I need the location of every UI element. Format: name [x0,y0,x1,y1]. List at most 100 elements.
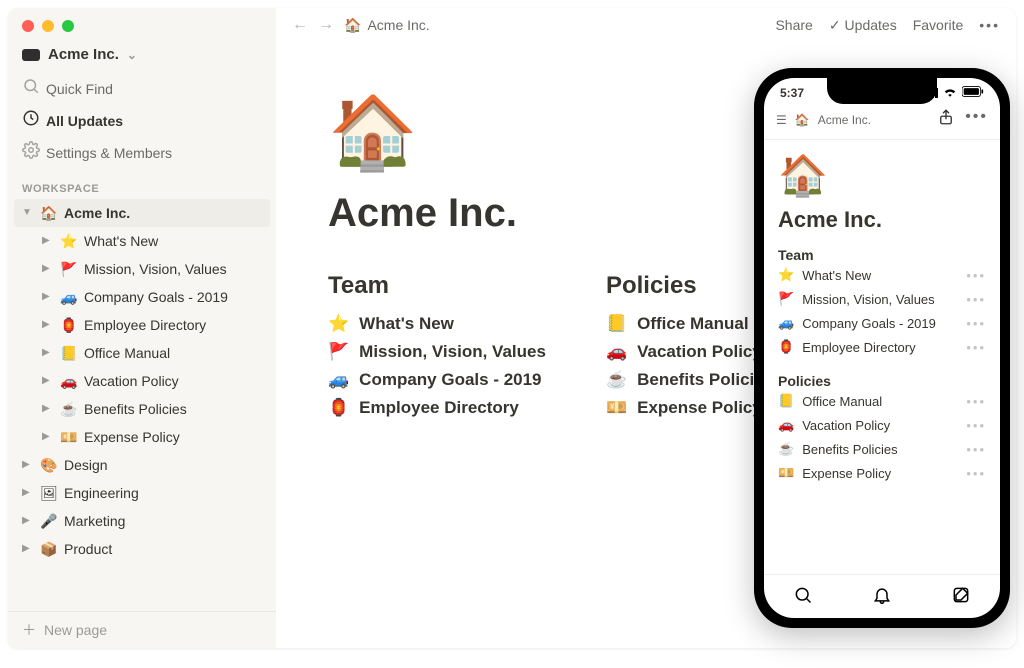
all-updates-label: All Updates [46,110,123,132]
tree-child[interactable]: ▶💴Expense Policy [14,423,270,451]
page-emoji-icon: 🎤 [40,509,58,533]
tree-sibling[interactable]: ▶🖼Engineering [14,479,270,507]
tree-child-label: Office Manual [84,341,170,365]
row-more-icon[interactable]: ••• [966,268,986,283]
maximize-window-icon[interactable] [62,20,74,32]
toggle-closed-icon[interactable]: ▶ [22,537,34,561]
share-button[interactable]: Share [775,17,812,33]
window-traffic-lights [8,8,276,40]
page-link[interactable]: 🚩Mission, Vision, Values [328,338,546,366]
new-page-button[interactable]: ＋ New page [8,611,276,648]
toggle-open-icon[interactable]: ▼ [22,201,34,225]
row-more-icon[interactable]: ••• [966,418,986,433]
mobile-screen: 5:37 ☰ 🏠 Acme Inc. ••• [764,78,1000,618]
mobile-notifications-icon[interactable] [872,585,892,610]
more-button[interactable]: ••• [979,17,1000,33]
tree-sibling[interactable]: ▶🎤Marketing [14,507,270,535]
phone-notch [827,78,937,104]
all-updates[interactable]: All Updates [8,105,276,137]
workspace-switcher[interactable]: Acme Inc. ⌄ [8,40,276,73]
mobile-toolbar [764,574,1000,618]
mobile-page-link[interactable]: ☕️ Benefits Policies ••• [778,437,986,461]
tree-sibling[interactable]: ▶📦Product [14,535,270,563]
breadcrumb[interactable]: 🏠 Acme Inc. [344,17,430,34]
toggle-closed-icon[interactable]: ▶ [22,481,34,505]
page-link[interactable]: ☕️Benefits Policies [606,366,773,394]
row-more-icon[interactable]: ••• [966,340,986,355]
mobile-search-icon[interactable] [793,585,813,610]
mobile-page-link[interactable]: 🏮Employee Directory••• [778,335,986,359]
row-more-icon[interactable]: ••• [966,442,986,457]
page-link[interactable]: ⭐️What's New [328,310,546,338]
link-label: Expense Policy [802,466,891,481]
toggle-closed-icon[interactable]: ▶ [42,229,54,253]
tree-root-acme[interactable]: ▼ 🏠 Acme Inc. [14,199,270,227]
tree-child[interactable]: ▶🚩Mission, Vision, Values [14,255,270,283]
link-emoji-icon: 💴 [778,465,794,481]
tree-child[interactable]: ▶🚙Company Goals - 2019 [14,283,270,311]
forward-button[interactable]: → [318,16,334,34]
mobile-page-link[interactable]: 💴 Expense Policy ••• [778,461,986,485]
back-button[interactable]: ← [292,16,308,34]
settings-members-label: Settings & Members [46,142,172,164]
link-emoji-icon: 📒 [606,314,627,334]
page-link[interactable]: 💴Expense Policy [606,394,773,422]
page-link[interactable]: 🚙Company Goals - 2019 [328,366,546,394]
mobile-page-title[interactable]: Acme Inc. [778,207,986,233]
updates-button[interactable]: ✓Updates [829,17,897,34]
toggle-closed-icon[interactable]: ▶ [42,369,54,393]
tree-sibling-label: Design [64,453,108,477]
page-link[interactable]: 🏮Employee Directory [328,394,546,422]
page-link[interactable]: 📒Office Manual [606,310,773,338]
gear-icon [22,141,38,165]
toggle-closed-icon[interactable]: ▶ [42,425,54,449]
toggle-closed-icon[interactable]: ▶ [42,341,54,365]
link-label: Vacation Policy [637,342,762,362]
toggle-closed-icon[interactable]: ▶ [42,257,54,281]
mobile-page-link[interactable]: 🚗Vacation Policy••• [778,413,986,437]
mobile-page-link[interactable]: ⭐️What's New••• [778,263,986,287]
page-emoji-icon: 🎨 [40,453,58,477]
link-emoji-icon: ☕️ [778,441,794,457]
mobile-topbar: ☰ 🏠 Acme Inc. ••• [764,102,1000,140]
tree-sibling-label: Engineering [64,481,139,505]
close-window-icon[interactable] [22,20,34,32]
row-more-icon[interactable]: ••• [966,292,986,307]
mobile-breadcrumb[interactable]: Acme Inc. [818,113,871,127]
tree-child[interactable]: ▶☕️Benefits Policies [14,395,270,423]
tree-child[interactable]: ▶⭐️What's New [14,227,270,255]
favorite-button[interactable]: Favorite [913,17,964,33]
tree-sibling-label: Product [64,537,112,561]
breadcrumb-label: Acme Inc. [367,17,429,33]
settings-members[interactable]: Settings & Members [8,137,276,169]
mobile-more-icon[interactable]: ••• [965,108,988,131]
topbar: ← → 🏠 Acme Inc. Share ✓Updates Favorite … [276,8,1016,42]
tree-child-label: Benefits Policies [84,397,187,421]
toggle-closed-icon[interactable]: ▶ [22,509,34,533]
quick-find[interactable]: Quick Find [8,73,276,105]
toggle-closed-icon[interactable]: ▶ [42,285,54,309]
tree-child[interactable]: ▶📒Office Manual [14,339,270,367]
page-link[interactable]: 🚗Vacation Policy [606,338,773,366]
toggle-closed-icon[interactable]: ▶ [42,313,54,337]
mobile-page-link[interactable]: 🚙Company Goals - 2019••• [778,311,986,335]
tree-sibling[interactable]: ▶🎨Design [14,451,270,479]
row-more-icon[interactable]: ••• [966,316,986,331]
house-icon: 🏠 [40,201,58,225]
row-more-icon[interactable]: ••• [966,466,986,481]
minimize-window-icon[interactable] [42,20,54,32]
share-icon[interactable] [937,108,955,131]
link-emoji-icon: 🏮 [778,339,794,355]
toggle-closed-icon[interactable]: ▶ [22,453,34,477]
mobile-page-emoji[interactable]: 🏠 [778,152,986,199]
tree-child[interactable]: ▶🚗Vacation Policy [14,367,270,395]
plus-icon: ＋ [22,620,36,640]
mobile-compose-icon[interactable] [951,585,971,610]
row-more-icon[interactable]: ••• [966,394,986,409]
hamburger-icon[interactable]: ☰ [776,113,787,127]
link-label: Benefits Policies [802,442,897,457]
tree-child[interactable]: ▶🏮Employee Directory [14,311,270,339]
mobile-page-link[interactable]: 🚩Mission, Vision, Values••• [778,287,986,311]
mobile-page-link[interactable]: 📒Office Manual••• [778,389,986,413]
toggle-closed-icon[interactable]: ▶ [42,397,54,421]
